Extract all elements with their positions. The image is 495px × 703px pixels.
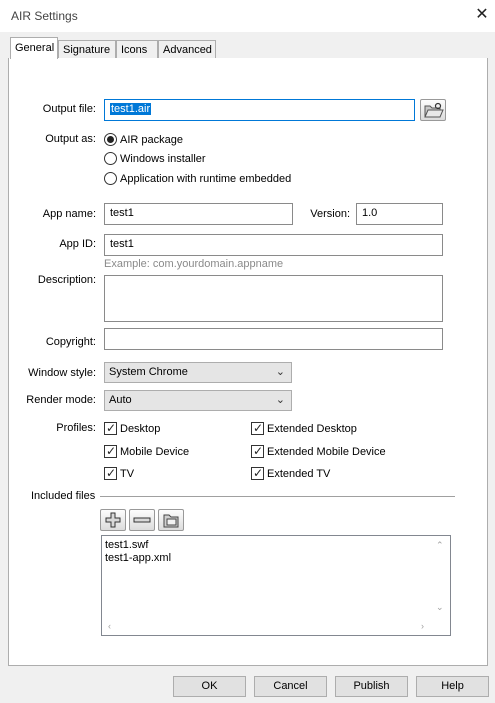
- scroll-up-icon[interactable]: ⌃: [436, 540, 444, 551]
- help-button[interactable]: Help: [416, 676, 489, 697]
- scroll-right-icon[interactable]: ›: [421, 621, 424, 631]
- chevron-down-icon: ⌄: [275, 394, 285, 406]
- title-bar: AIR Settings ✕: [0, 0, 495, 32]
- checkbox-extended-mobile-device-label[interactable]: Extended Mobile Device: [267, 446, 386, 458]
- checkbox-tv[interactable]: [104, 466, 117, 480]
- scroll-down-icon[interactable]: ⌄: [436, 602, 444, 613]
- scroll-left-icon[interactable]: ‹: [108, 621, 111, 631]
- plus-icon: [105, 512, 121, 528]
- output-file-value: test1.air: [110, 103, 152, 115]
- radio-runtime-embedded[interactable]: [104, 172, 117, 185]
- tab-general[interactable]: General: [10, 37, 58, 59]
- window-style-dropdown[interactable]: System Chrome ⌄: [104, 362, 292, 383]
- folder-icon: [424, 102, 444, 118]
- checkbox-extended-desktop-label[interactable]: Extended Desktop: [267, 423, 357, 435]
- checkbox-extended-tv-label[interactable]: Extended TV: [267, 468, 330, 480]
- description-textarea[interactable]: [104, 275, 443, 322]
- tab-icons[interactable]: Icons: [116, 40, 158, 59]
- render-mode-dropdown[interactable]: Auto ⌄: [104, 390, 292, 411]
- cancel-button[interactable]: Cancel: [254, 676, 327, 697]
- radio-air-package[interactable]: [104, 133, 117, 146]
- checkbox-tv-label[interactable]: TV: [120, 468, 134, 480]
- profiles-label: Profiles:: [56, 422, 96, 434]
- included-files-separator: [100, 496, 455, 497]
- checkbox-mobile-device-label[interactable]: Mobile Device: [120, 446, 189, 458]
- app-id-input[interactable]: test1: [104, 234, 443, 256]
- window-style-label: Window style:: [28, 367, 96, 379]
- tab-advanced[interactable]: Advanced: [158, 40, 216, 59]
- ok-button[interactable]: OK: [173, 676, 246, 697]
- window-title: AIR Settings: [11, 9, 78, 23]
- version-label: Version:: [310, 208, 350, 220]
- radio-runtime-embedded-label[interactable]: Application with runtime embedded: [120, 173, 291, 185]
- app-id-label: App ID:: [59, 238, 96, 250]
- checkbox-extended-mobile-device[interactable]: [251, 444, 264, 458]
- folder-icon: [163, 514, 179, 528]
- render-mode-value: Auto: [109, 394, 132, 406]
- included-files-label: Included files: [31, 490, 96, 502]
- checkbox-extended-tv[interactable]: [251, 466, 264, 480]
- included-files-list[interactable]: test1.swf test1-app.xml ⌃ ⌄ ‹ ›: [101, 535, 451, 636]
- checkbox-desktop-label[interactable]: Desktop: [120, 423, 160, 435]
- copyright-input[interactable]: [104, 328, 443, 350]
- add-folder-button[interactable]: [158, 509, 184, 531]
- close-icon[interactable]: ✕: [472, 5, 492, 25]
- copyright-label: Copyright:: [45, 336, 96, 348]
- remove-file-button[interactable]: [129, 509, 155, 531]
- list-item[interactable]: test1.swf: [105, 539, 148, 551]
- window-style-value: System Chrome: [109, 366, 188, 378]
- output-file-label: Output file:: [42, 103, 96, 115]
- radio-windows-installer-label[interactable]: Windows installer: [120, 153, 206, 165]
- browse-button[interactable]: [420, 99, 446, 121]
- tab-signature[interactable]: Signature: [58, 40, 116, 59]
- app-id-hint: Example: com.yourdomain.appname: [104, 258, 284, 270]
- description-label: Description:: [37, 274, 96, 286]
- output-file-input[interactable]: test1.air: [104, 99, 415, 121]
- radio-air-package-label[interactable]: AIR package: [120, 134, 183, 146]
- checkbox-mobile-device[interactable]: [104, 444, 117, 458]
- publish-button[interactable]: Publish: [335, 676, 408, 697]
- list-item[interactable]: test1-app.xml: [105, 552, 171, 564]
- app-name-input[interactable]: test1: [104, 203, 293, 225]
- version-input[interactable]: 1.0: [356, 203, 443, 225]
- checkbox-extended-desktop[interactable]: [251, 421, 264, 435]
- minus-icon: [133, 517, 151, 523]
- add-file-button[interactable]: [100, 509, 126, 531]
- radio-windows-installer[interactable]: [104, 152, 117, 165]
- chevron-down-icon: ⌄: [275, 366, 285, 378]
- output-as-label: Output as:: [45, 133, 96, 145]
- checkbox-desktop[interactable]: [104, 421, 117, 435]
- render-mode-label: Render mode:: [26, 394, 96, 406]
- app-name-label: App name:: [42, 208, 96, 220]
